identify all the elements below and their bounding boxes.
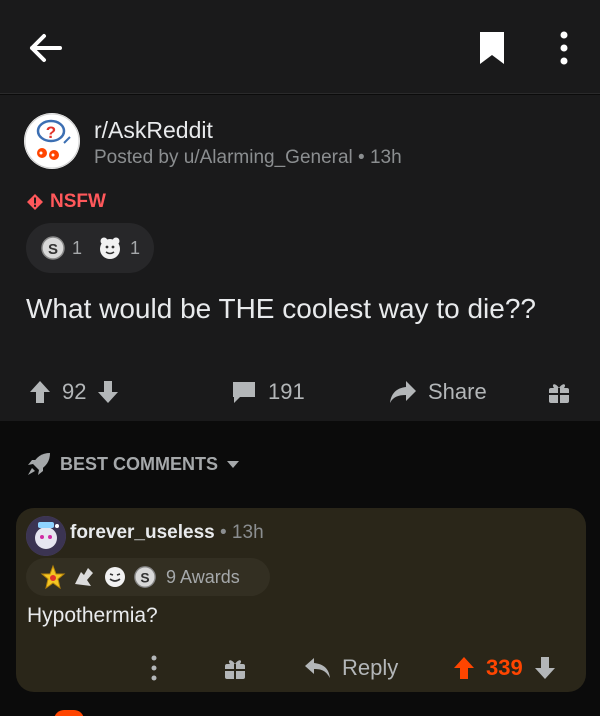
upvote-icon[interactable] <box>28 379 52 405</box>
post-score: 92 <box>62 379 87 404</box>
post-awards[interactable]: S 1 1 <box>26 223 154 273</box>
wholesome-award-icon <box>100 237 121 259</box>
more-vertical-icon <box>560 31 568 65</box>
warning-diamond-icon <box>27 194 43 210</box>
helpful-hand-award-icon <box>75 568 93 586</box>
downvote-icon[interactable] <box>533 655 557 681</box>
comment-card: forever_useless • 13h S 9 Awards Hypothe… <box>16 508 586 692</box>
svg-text:?: ? <box>46 123 56 142</box>
silver-award-icon: S <box>134 566 156 588</box>
comment-award-count: 9 Awards <box>166 566 240 587</box>
comment-sort-button[interactable]: BEST COMMENTS <box>26 451 240 477</box>
bookmark-icon <box>480 32 504 64</box>
comment-username[interactable]: forever_useless <box>70 522 215 543</box>
face-award-icon <box>105 567 125 587</box>
vote-controls: 92 <box>28 367 120 417</box>
wholesome-award-count: 1 <box>130 237 141 258</box>
comment-awards[interactable]: S 9 Awards <box>26 558 270 596</box>
more-options-button[interactable] <box>550 28 578 68</box>
comment-more-button[interactable] <box>144 646 164 690</box>
back-button[interactable] <box>26 30 66 66</box>
comment-age: • 13h <box>220 522 264 543</box>
comment-count: 191 <box>268 379 305 404</box>
rocket-icon <box>28 453 50 475</box>
give-award-button[interactable] <box>546 367 572 417</box>
subreddit-name[interactable]: r/AskReddit <box>94 117 213 144</box>
post-card: ? r/AskReddit Posted by u/Alarming_Gener… <box>0 95 600 421</box>
comment-score: 339 <box>486 655 523 680</box>
askreddit-logo-icon: ? <box>24 113 80 169</box>
arrow-left-icon <box>30 34 62 62</box>
top-app-bar <box>0 0 600 94</box>
star-award-icon <box>40 564 66 590</box>
svg-text:S: S <box>140 570 149 586</box>
snoo-avatar-icon <box>26 516 66 556</box>
comment-bubble-icon <box>233 382 255 403</box>
nsfw-label: NSFW <box>50 191 106 212</box>
nsfw-tag: NSFW <box>26 189 106 215</box>
comment-author-avatar[interactable] <box>26 516 66 556</box>
comment-body: Hypothermia? <box>27 604 158 627</box>
post-action-bar: 92 191 Share <box>0 367 600 417</box>
subreddit-avatar[interactable]: ? <box>24 113 80 169</box>
post-title: What would be THE coolest way to die?? <box>26 293 536 324</box>
caret-down-icon <box>227 461 240 468</box>
reply-arrow-icon <box>305 658 330 678</box>
post-meta: Posted by u/Alarming_General • 13h <box>94 147 402 168</box>
silver-award-icon: S <box>41 236 65 260</box>
comment-award-button[interactable] <box>222 646 248 690</box>
save-post-button[interactable] <box>476 28 508 68</box>
reply-label: Reply <box>342 655 399 680</box>
comment-sort-bar: BEST COMMENTS <box>0 421 600 503</box>
silver-award-count: 1 <box>72 237 83 258</box>
next-comment-avatar-edge <box>54 710 84 716</box>
gift-icon <box>549 384 569 403</box>
comment-vote-controls: 339 <box>452 646 557 690</box>
gift-icon <box>225 660 245 679</box>
comment-sort-label: BEST COMMENTS <box>60 453 219 474</box>
share-arrow-icon <box>390 381 416 403</box>
comments-button[interactable]: 191 <box>230 367 305 417</box>
comment-action-bar: Reply 339 <box>16 646 586 690</box>
downvote-icon[interactable] <box>96 379 120 405</box>
share-button[interactable]: Share <box>388 367 487 417</box>
comment-author-line: forever_useless • 13h <box>70 522 264 544</box>
upvote-icon[interactable] <box>452 655 476 681</box>
more-vertical-icon <box>151 655 157 681</box>
svg-text:S: S <box>48 241 58 258</box>
reply-button[interactable]: Reply <box>304 646 398 690</box>
share-label: Share <box>428 379 487 404</box>
